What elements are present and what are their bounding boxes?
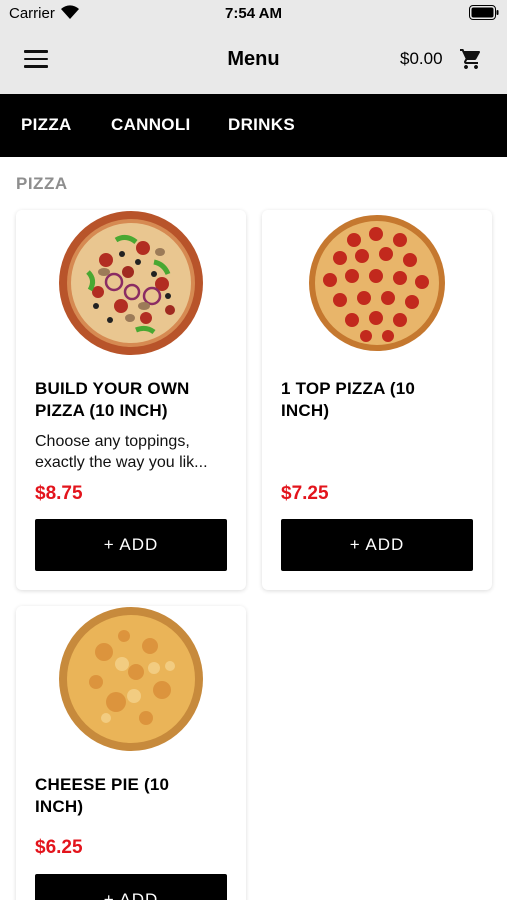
pepperoni-pizza-image xyxy=(309,215,445,351)
shopping-cart-icon[interactable] xyxy=(459,47,483,71)
status-time: 7:54 AM xyxy=(225,5,282,22)
status-bar: Carrier 7:54 AM xyxy=(0,0,507,26)
product-card-cheese-pie[interactable]: CHEESE PIE (10 INCH) $6.25 + ADD xyxy=(16,606,246,900)
category-nav: PIZZA CANNOLI DRINKS xyxy=(0,94,507,157)
tab-drinks[interactable]: DRINKS xyxy=(228,115,295,135)
tab-cannoli[interactable]: CANNOLI xyxy=(111,115,191,135)
product-price: $6.25 xyxy=(35,837,83,858)
product-price: $8.75 xyxy=(35,483,83,504)
supreme-pizza-image xyxy=(59,211,203,355)
product-description: Choose any toppings, exactly the way you… xyxy=(35,433,208,471)
product-card-build-your-own[interactable]: BUILD YOUR OWN PIZZA (10 INCH) Choose an… xyxy=(16,210,246,590)
battery-icon xyxy=(469,5,499,20)
hamburger-menu-icon[interactable] xyxy=(24,50,48,70)
cart-total[interactable]: $0.00 xyxy=(400,49,443,69)
product-name: 1 TOP PIZZA (10 INCH) xyxy=(281,379,416,420)
product-price: $7.25 xyxy=(281,483,329,504)
add-button[interactable]: + ADD xyxy=(35,519,227,571)
cheese-pizza-image xyxy=(59,607,203,751)
section-title: PIZZA xyxy=(16,174,68,193)
tab-pizza[interactable]: PIZZA xyxy=(21,115,72,135)
add-button[interactable]: + ADD xyxy=(35,874,227,900)
add-button[interactable]: + ADD xyxy=(281,519,473,571)
product-card-1-top-pizza[interactable]: 1 TOP PIZZA (10 INCH) $7.25 + ADD xyxy=(262,210,492,590)
product-name: CHEESE PIE (10 INCH) xyxy=(35,775,170,816)
product-name: BUILD YOUR OWN PIZZA (10 INCH) xyxy=(35,379,190,420)
app-header: Menu $0.00 xyxy=(0,26,507,94)
